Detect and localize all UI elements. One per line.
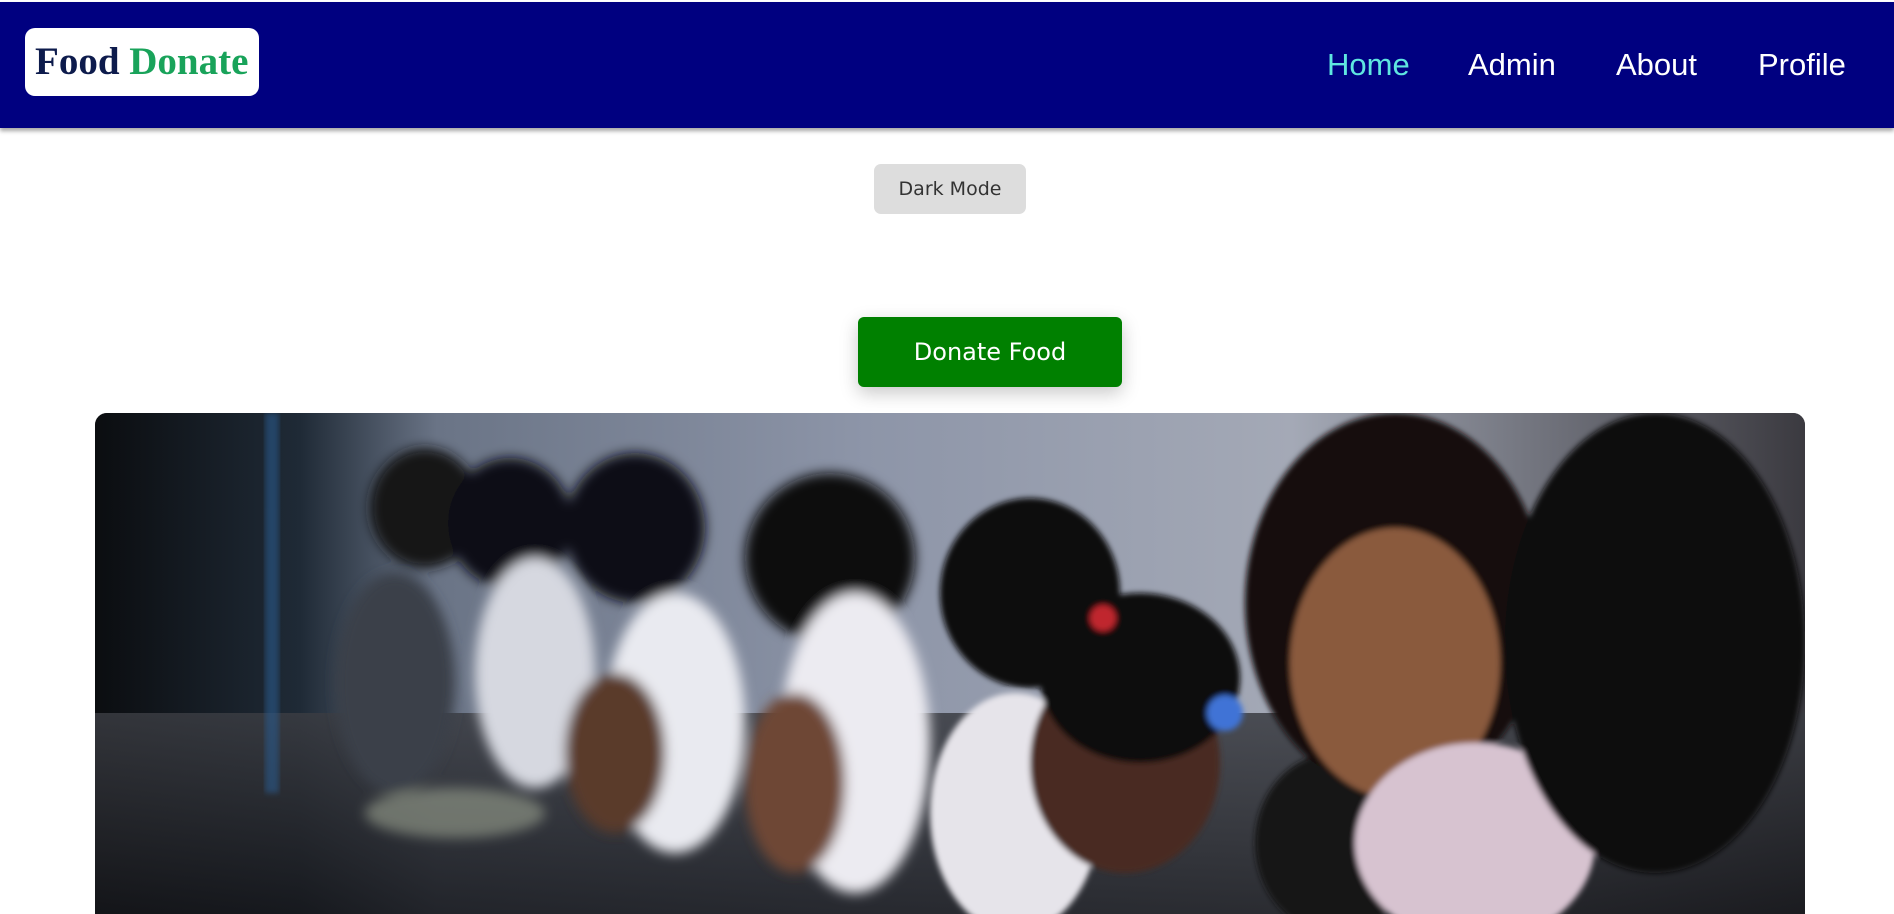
dark-mode-button[interactable]: Dark Mode bbox=[874, 164, 1026, 214]
nav-link-admin[interactable]: Admin bbox=[1468, 2, 1556, 128]
navbar: Food Donate Home Admin About Profile bbox=[0, 2, 1894, 128]
donate-food-button[interactable]: Donate Food bbox=[858, 317, 1122, 387]
nav-link-home[interactable]: Home bbox=[1327, 2, 1410, 128]
nav-link-about[interactable]: About bbox=[1616, 2, 1697, 128]
hero-image bbox=[95, 413, 1805, 914]
nav-link-profile[interactable]: Profile bbox=[1758, 2, 1846, 128]
hero-photo-children-eating bbox=[95, 413, 1805, 914]
logo-word-donate: Donate bbox=[129, 40, 249, 83]
logo-word-food: Food bbox=[35, 40, 120, 83]
site-logo[interactable]: Food Donate bbox=[25, 28, 259, 96]
